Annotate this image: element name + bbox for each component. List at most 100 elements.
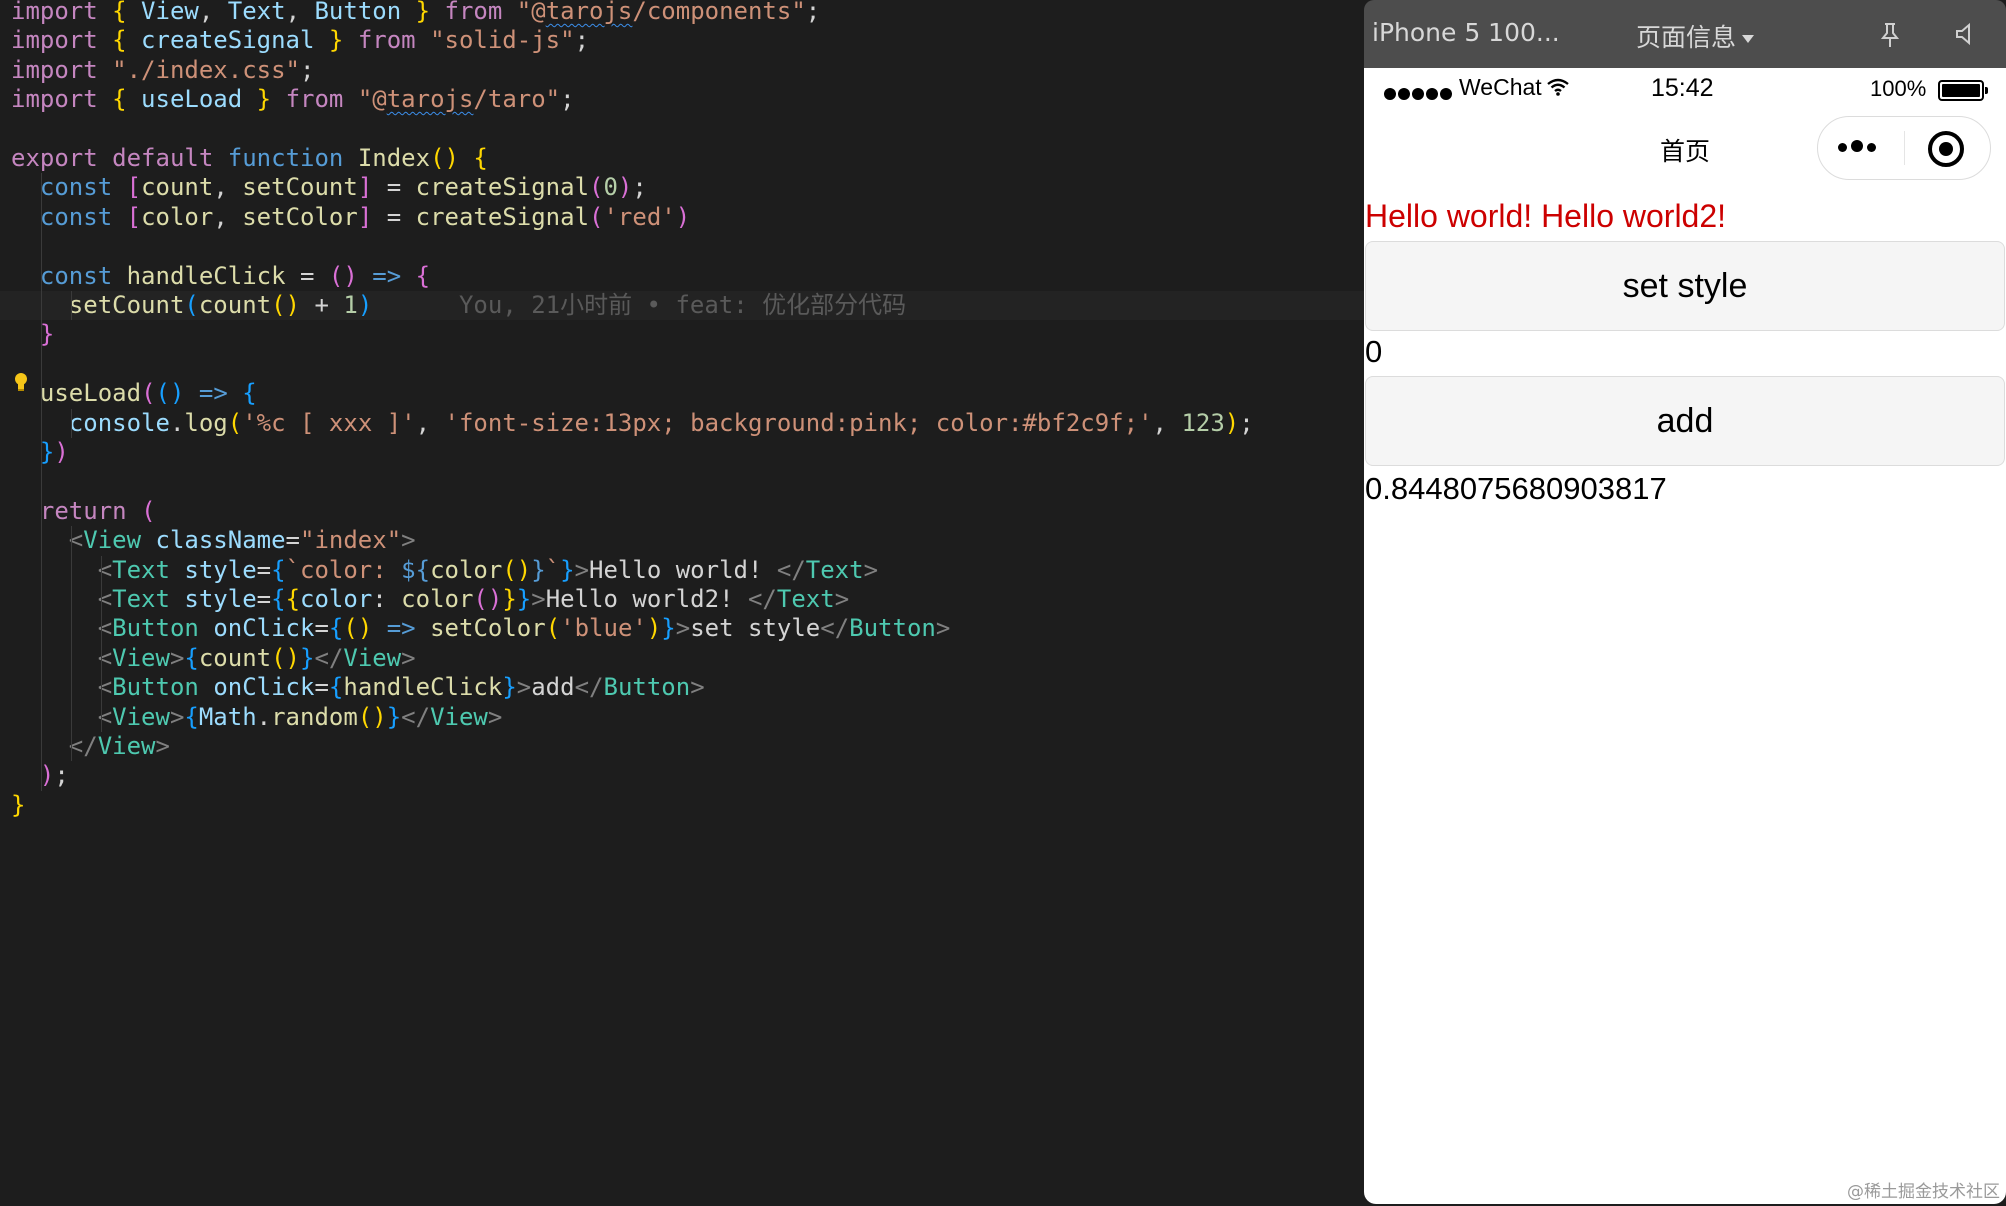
code-token: setColor	[430, 614, 546, 643]
code-token: :	[372, 585, 402, 613]
code-token: }	[300, 643, 315, 672]
code-token: setCount	[242, 173, 358, 202]
code-token: /taro"	[473, 85, 561, 114]
code-line[interactable]: const [color, setColor] = createSignal('…	[0, 203, 690, 232]
code-token: ]	[357, 202, 373, 231]
code-token: count	[198, 643, 272, 672]
code-token: ${	[401, 555, 431, 584]
code-token: tarojs	[545, 0, 633, 25]
code-line[interactable]: <Button onClick={() => setColor('blue')}…	[0, 614, 951, 643]
add-button[interactable]: add	[1365, 376, 2005, 466]
code-token: [	[126, 173, 142, 202]
code-token: set style	[690, 614, 821, 643]
code-line[interactable]: import { View, Text, Button } from "@tar…	[0, 0, 820, 26]
code-line[interactable]: const [count, setCount] = createSignal(0…	[0, 173, 647, 202]
code-token: {	[328, 673, 344, 702]
code-token: )	[617, 173, 633, 202]
code-line[interactable]: <Button onClick={handleClick}>add</Butto…	[0, 673, 705, 702]
code-line[interactable]: import { useLoad } from "@tarojs/taro";	[0, 85, 575, 114]
carrier-name: WeChat	[1459, 74, 1542, 100]
code-line[interactable]: <View>{count()}</View>	[0, 644, 416, 673]
code-line[interactable]: </View>	[0, 732, 170, 761]
set-style-button[interactable]: set style	[1365, 241, 2005, 331]
code-token: }	[502, 585, 517, 613]
code-token: createSignal	[415, 173, 590, 202]
code-line[interactable]: export default function Index() {	[0, 144, 488, 173]
code-token: 0	[603, 173, 618, 202]
close-target-icon[interactable]	[1928, 131, 1964, 167]
code-token: >	[531, 585, 546, 613]
indent-guide	[41, 173, 42, 791]
code-line[interactable]: setCount(count() + 1) You, 21小时前 • feat:…	[0, 291, 1364, 321]
code-token: ;	[805, 0, 821, 25]
code-line[interactable]: import "./index.css";	[0, 56, 314, 85]
code-line[interactable]: useLoad(() => {	[0, 379, 257, 408]
code-token: View	[126, 0, 199, 25]
lightbulb-icon[interactable]	[14, 372, 28, 392]
count-view: 0	[1365, 334, 1383, 369]
code-token: =	[372, 202, 416, 231]
code-token: ()	[155, 379, 185, 408]
code-token: style	[184, 585, 257, 613]
code-line[interactable]: );	[0, 761, 69, 790]
code-token: ()	[271, 291, 300, 319]
code-token: ()	[328, 261, 358, 290]
code-token: >	[169, 643, 185, 672]
code-token: View	[83, 526, 142, 555]
code-line[interactable]: <Text style={`color: ${color()}`}>Hello …	[0, 556, 878, 585]
code-token: =	[285, 526, 300, 555]
battery-percent: 100%	[1870, 76, 1927, 101]
code-editor[interactable]: import { View, Text, Button } from "@tar…	[0, 0, 1364, 1206]
code-line[interactable]	[0, 350, 11, 379]
code-line[interactable]: console.log('%c [ xxx ]', 'font-size:13p…	[0, 409, 1254, 438]
code-token: 123	[1181, 408, 1225, 437]
code-line[interactable]: }	[0, 320, 54, 349]
signal-strength-icon	[1384, 79, 1454, 106]
code-token: 'red'	[603, 202, 676, 231]
code-line[interactable]: })	[0, 438, 69, 467]
code-line[interactable]: }	[0, 791, 25, 820]
capsule-divider	[1904, 131, 1905, 165]
more-menu-icon[interactable]	[1838, 139, 1880, 157]
sound-icon[interactable]	[1954, 22, 1978, 46]
code-token: <	[97, 614, 113, 643]
code-line[interactable]: <Text style={{color: color()}}>Hello wor…	[0, 585, 849, 614]
page-info-dropdown[interactable]: 页面信息	[1636, 18, 1755, 54]
code-token: =>	[372, 261, 402, 290]
code-line[interactable]: <View>{Math.random()}</View>	[0, 702, 503, 732]
code-line[interactable]: <View className="index">	[0, 526, 416, 555]
code-token: )	[39, 761, 55, 790]
code-token: ]	[357, 173, 373, 202]
code-line[interactable]	[0, 232, 11, 261]
code-token: </	[401, 702, 431, 731]
device-selector[interactable]: iPhone 5 100...	[1372, 18, 1560, 47]
mini-program-capsule	[1817, 116, 1991, 180]
code-token: <	[97, 555, 113, 584]
code-line[interactable]: import { createSignal } from "solid-js";	[0, 26, 589, 55]
indent-guide	[71, 526, 72, 762]
pin-icon[interactable]	[1880, 22, 1900, 48]
code-token: {	[242, 379, 257, 408]
code-line[interactable]	[0, 467, 11, 496]
code-line[interactable]: return (	[0, 497, 156, 526]
code-token: color	[300, 585, 373, 613]
status-bar: WeChat 15:42 100%	[1364, 68, 2006, 110]
code-token: =	[314, 614, 329, 643]
code-token: ;	[560, 85, 575, 114]
random-view: 0.8448075680903817	[1365, 471, 1667, 506]
code-token: [	[126, 202, 142, 231]
code-line[interactable]: const handleClick = () => {	[0, 262, 430, 291]
code-token: >	[401, 643, 416, 672]
code-token: {	[473, 144, 488, 172]
code-line[interactable]	[0, 115, 11, 144]
